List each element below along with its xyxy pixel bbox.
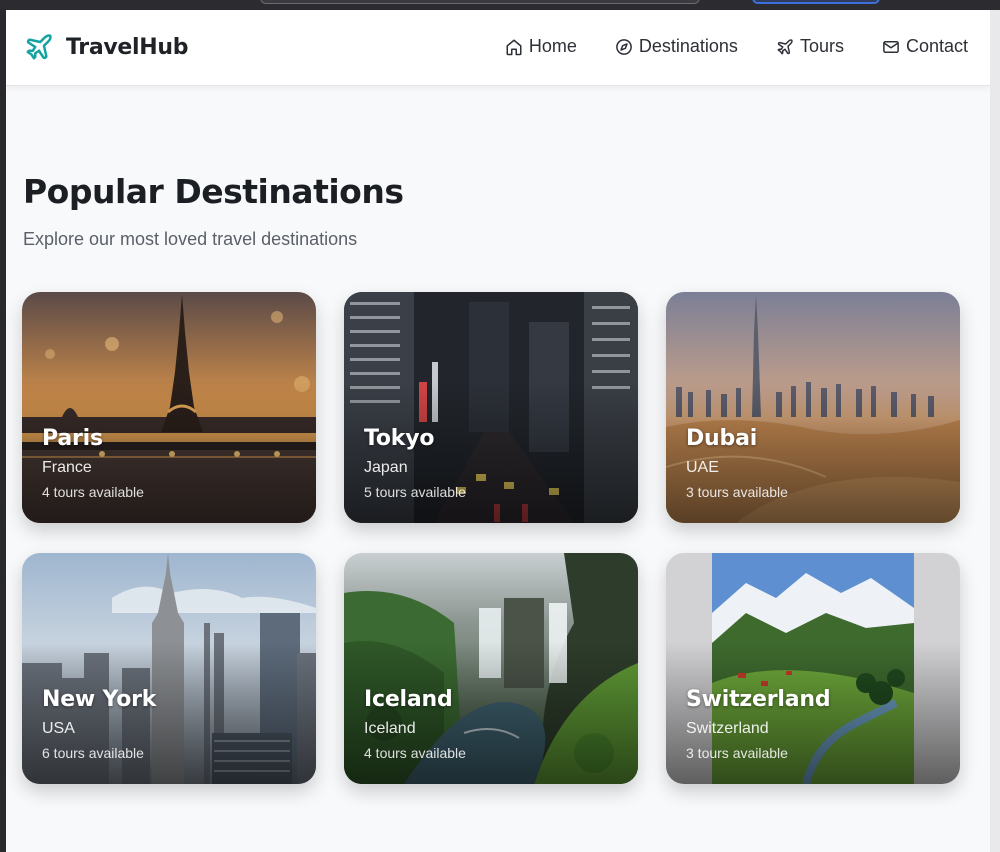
tour-count: 3 tours available xyxy=(686,484,788,500)
card-info: New York USA 6 tours available xyxy=(42,687,156,761)
destination-name: Dubai xyxy=(686,426,758,451)
page-subtitle: Explore our most loved travel destinatio… xyxy=(23,229,358,249)
destination-country: Iceland xyxy=(364,720,416,737)
tour-count: 4 tours available xyxy=(364,745,466,761)
destination-grid: Paris France 4 tours available Tokyo Jap… xyxy=(22,292,962,784)
destination-card-new-york[interactable]: New York USA 6 tours available xyxy=(22,553,316,784)
destination-card-tokyo[interactable]: Tokyo Japan 5 tours available xyxy=(344,292,638,523)
page-title: Popular Destinations xyxy=(23,172,404,211)
destination-name: Paris xyxy=(42,426,103,451)
destination-country: Japan xyxy=(364,459,408,476)
plane-icon xyxy=(24,32,54,62)
nav-item-home[interactable]: Home xyxy=(505,36,577,57)
scrollbar-track[interactable] xyxy=(990,10,1000,852)
card-info: Switzerland Switzerland 3 tours availabl… xyxy=(686,687,831,761)
card-info: Tokyo Japan 5 tours available xyxy=(364,426,466,500)
destination-name: Tokyo xyxy=(364,426,435,451)
nav-label: Tours xyxy=(799,36,844,56)
plane-icon xyxy=(777,38,793,54)
site-header: TravelHub Home Destinations Tours Contac… xyxy=(6,10,990,86)
destination-country: Switzerland xyxy=(686,720,769,737)
card-info: Iceland Iceland 4 tours available xyxy=(364,687,466,761)
brand-name: TravelHub xyxy=(66,34,189,60)
brand-logo[interactable]: TravelHub xyxy=(24,32,189,62)
nav-label: Home xyxy=(528,36,577,56)
destination-card-paris[interactable]: Paris France 4 tours available xyxy=(22,292,316,523)
mail-icon xyxy=(883,40,899,53)
card-info: Dubai UAE 3 tours available xyxy=(686,426,788,500)
tour-count: 4 tours available xyxy=(42,484,144,500)
tour-count: 5 tours available xyxy=(364,484,466,500)
nav-item-contact[interactable]: Contact xyxy=(882,36,968,57)
destination-name: Switzerland xyxy=(686,687,831,712)
destination-name: New York xyxy=(42,687,157,712)
compass-icon xyxy=(616,38,632,55)
main-nav: Home Destinations Tours Contact xyxy=(505,36,968,57)
destination-country: USA xyxy=(42,720,75,737)
destination-country: France xyxy=(42,459,92,476)
home-icon xyxy=(506,39,522,55)
destination-card-switzerland[interactable]: Switzerland Switzerland 3 tours availabl… xyxy=(666,553,960,784)
card-info: Paris France 4 tours available xyxy=(42,426,144,500)
nav-item-tours[interactable]: Tours xyxy=(776,36,844,57)
browser-button[interactable] xyxy=(752,0,880,4)
nav-label: Contact xyxy=(905,36,968,56)
address-bar[interactable] xyxy=(260,0,700,4)
tour-count: 3 tours available xyxy=(686,745,788,761)
browser-toolbar xyxy=(0,0,1000,10)
destination-country: UAE xyxy=(686,459,719,476)
nav-label: Destinations xyxy=(638,36,738,56)
nav-item-destinations[interactable]: Destinations xyxy=(615,36,738,57)
destination-card-iceland[interactable]: Iceland Iceland 4 tours available xyxy=(344,553,638,784)
tour-count: 6 tours available xyxy=(42,745,144,761)
page-viewport: TravelHub Home Destinations Tours Contac… xyxy=(6,10,990,852)
destination-name: Iceland xyxy=(364,687,453,712)
destination-card-dubai[interactable]: Dubai UAE 3 tours available xyxy=(666,292,960,523)
